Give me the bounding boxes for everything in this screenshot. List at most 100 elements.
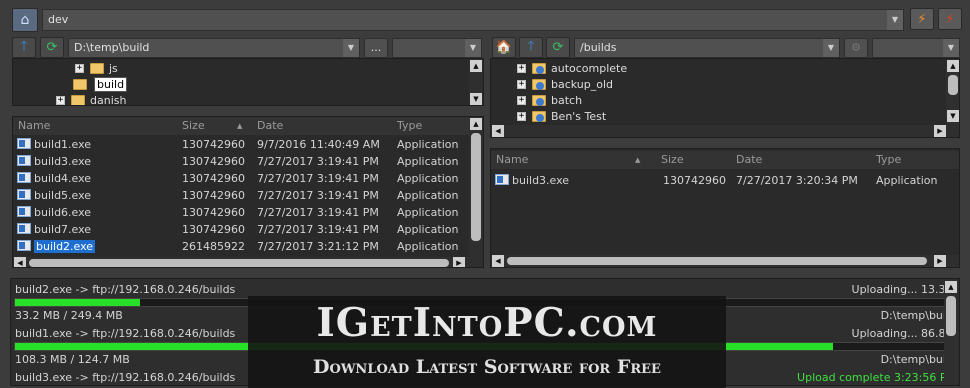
expand-icon[interactable]: + bbox=[517, 111, 526, 121]
right-home-button[interactable]: 🏠 bbox=[492, 37, 516, 58]
tree-item-label: backup_old bbox=[551, 77, 614, 91]
table-row[interactable]: build3.exe 130742960 7/27/2017 3:19:41 PM A… bbox=[13, 154, 469, 171]
right-up-button[interactable]: 🡑 bbox=[519, 37, 543, 58]
expand-icon[interactable]: + bbox=[517, 79, 526, 89]
scroll-up-icon[interactable]: ▲ bbox=[470, 118, 482, 130]
scroll-right-icon[interactable]: ▶ bbox=[453, 257, 465, 267]
right-tree-scrollbar[interactable]: ▲ ▼ bbox=[946, 59, 959, 125]
table-row[interactable]: build2.exe 261485922 7/27/2017 3:21:12 PM A… bbox=[13, 239, 469, 256]
table-row[interactable]: build4.exe 130742960 7/27/2017 3:19:41 PM A… bbox=[13, 171, 469, 188]
tree-item[interactable]: + backup_old bbox=[517, 76, 613, 92]
column-date[interactable]: Date bbox=[736, 153, 762, 166]
file-name: build7.exe bbox=[34, 223, 92, 236]
folder-icon bbox=[73, 78, 87, 90]
right-filter-select[interactable]: ▼ bbox=[872, 38, 960, 58]
table-row[interactable]: build1.exe 130742960 9/7/2016 11:40:49 AM A… bbox=[13, 137, 469, 154]
file-name: build2.exe bbox=[34, 240, 96, 253]
lightning-icon: ⚡ bbox=[917, 11, 927, 27]
application-icon bbox=[17, 240, 31, 251]
scroll-thumb[interactable] bbox=[946, 296, 956, 336]
table-row[interactable]: build5.exe 130742960 7/27/2017 3:19:41 PM A… bbox=[13, 188, 469, 205]
arrow-up-icon: 🡑 bbox=[527, 38, 535, 54]
file-size: 130742960 bbox=[182, 189, 245, 202]
scroll-down-icon[interactable]: ▼ bbox=[947, 110, 959, 122]
scroll-left-icon[interactable]: ◀ bbox=[492, 255, 504, 267]
disconnect-button[interactable]: ⚡ bbox=[938, 8, 962, 30]
folder-icon bbox=[90, 62, 104, 74]
file-name: build4.exe bbox=[34, 172, 92, 185]
scroll-right-icon[interactable]: ▶ bbox=[934, 125, 946, 137]
tree-item[interactable]: + danish bbox=[56, 92, 126, 105]
site-select[interactable]: dev ▼ bbox=[42, 9, 904, 31]
tree-item[interactable]: build bbox=[73, 76, 128, 92]
file-name: build6.exe bbox=[34, 206, 92, 219]
sort-asc-icon: ▲ bbox=[237, 122, 243, 130]
table-row[interactable]: build6.exe 130742960 7/27/2017 3:19:41 PM A… bbox=[13, 205, 469, 222]
expand-icon[interactable]: + bbox=[517, 95, 526, 105]
scroll-thumb[interactable] bbox=[29, 259, 449, 267]
file-date: 9/7/2016 11:40:49 AM bbox=[257, 138, 380, 151]
column-type[interactable]: Type bbox=[397, 119, 422, 132]
column-name[interactable]: Name bbox=[496, 153, 528, 166]
file-size: 130742960 bbox=[182, 206, 245, 219]
right-settings-button[interactable]: ⚙ bbox=[844, 38, 868, 58]
scroll-down-icon[interactable]: ▼ bbox=[470, 93, 482, 105]
scroll-left-icon[interactable]: ◀ bbox=[14, 257, 26, 267]
right-tree-hscrollbar[interactable]: ◀ ▶ bbox=[491, 125, 959, 137]
expand-icon[interactable]: + bbox=[75, 63, 84, 73]
file-date: 7/27/2017 3:19:41 PM bbox=[257, 223, 379, 236]
right-list-hscrollbar[interactable]: ◀ ▶ bbox=[491, 255, 959, 267]
application-icon bbox=[17, 223, 31, 234]
transfer-status: Upload complete 3:23:56 PM bbox=[797, 371, 956, 384]
column-type[interactable]: Type bbox=[876, 153, 901, 166]
left-filter-select[interactable]: ▼ bbox=[392, 38, 482, 58]
file-type: Application bbox=[397, 206, 459, 219]
gear-icon: ⚙ bbox=[851, 41, 861, 54]
file-date: 7/27/2017 3:19:41 PM bbox=[257, 206, 379, 219]
left-tree-scrollbar[interactable]: ▲ ▼ bbox=[469, 59, 483, 105]
scroll-right-icon[interactable]: ▶ bbox=[934, 255, 946, 267]
column-size[interactable]: Size bbox=[661, 153, 684, 166]
application-icon bbox=[495, 174, 509, 185]
table-row[interactable]: build7.exe 130742960 7/27/2017 3:19:41 PM A… bbox=[13, 222, 469, 239]
tree-item-label: batch bbox=[551, 93, 583, 107]
scroll-up-icon[interactable]: ▲ bbox=[470, 60, 482, 72]
left-list-hscrollbar[interactable]: ◀ ▶ bbox=[13, 257, 483, 267]
left-up-button[interactable]: 🡑 bbox=[12, 37, 36, 58]
scroll-up-icon[interactable]: ▲ bbox=[945, 281, 957, 293]
transfer-label: build1.exe -> ftp://192.168.0.246/builds bbox=[15, 327, 236, 340]
file-type: Application bbox=[397, 189, 459, 202]
right-refresh-button[interactable]: ⟳ bbox=[546, 37, 570, 58]
scroll-thumb[interactable] bbox=[507, 257, 927, 265]
tree-item[interactable]: + js bbox=[75, 60, 118, 76]
right-path-select[interactable]: /builds ▼ bbox=[574, 38, 840, 58]
scroll-thumb[interactable] bbox=[948, 75, 958, 95]
file-date: 7/27/2017 3:21:12 PM bbox=[257, 240, 379, 253]
column-date[interactable]: Date bbox=[257, 119, 283, 132]
scroll-thumb[interactable] bbox=[471, 133, 481, 241]
expand-icon[interactable]: + bbox=[56, 95, 65, 105]
expand-icon[interactable]: + bbox=[517, 63, 526, 73]
left-list-scrollbar[interactable]: ▲ bbox=[469, 117, 483, 257]
transfer-scrollbar[interactable]: ▲ bbox=[944, 280, 958, 384]
left-browse-button[interactable]: ... bbox=[364, 38, 388, 58]
tree-item[interactable]: + autocomplete bbox=[517, 60, 627, 76]
column-size[interactable]: Size bbox=[182, 119, 205, 132]
scroll-left-icon[interactable]: ◀ bbox=[492, 125, 504, 137]
home-button[interactable]: ⌂ bbox=[12, 8, 38, 32]
tree-item[interactable]: + Ben's Test bbox=[517, 108, 606, 124]
application-icon bbox=[17, 155, 31, 166]
left-path-select[interactable]: D:\temp\build ▼ bbox=[68, 38, 360, 58]
left-refresh-button[interactable]: ⟳ bbox=[40, 37, 64, 58]
tree-item[interactable]: + batch bbox=[517, 92, 582, 108]
scroll-up-icon[interactable]: ▲ bbox=[947, 60, 959, 72]
table-row[interactable]: build3.exe 130742960 7/27/2017 3:20:34 P… bbox=[491, 173, 947, 190]
file-size: 130742960 bbox=[663, 174, 726, 187]
file-type: Application bbox=[397, 155, 459, 168]
sort-asc-icon: ▲ bbox=[635, 156, 641, 164]
column-name[interactable]: Name bbox=[18, 119, 50, 132]
file-type: Application bbox=[397, 223, 459, 236]
file-size: 130742960 bbox=[182, 138, 245, 151]
connect-button[interactable]: ⚡ bbox=[910, 8, 934, 30]
file-name: build5.exe bbox=[34, 189, 92, 202]
